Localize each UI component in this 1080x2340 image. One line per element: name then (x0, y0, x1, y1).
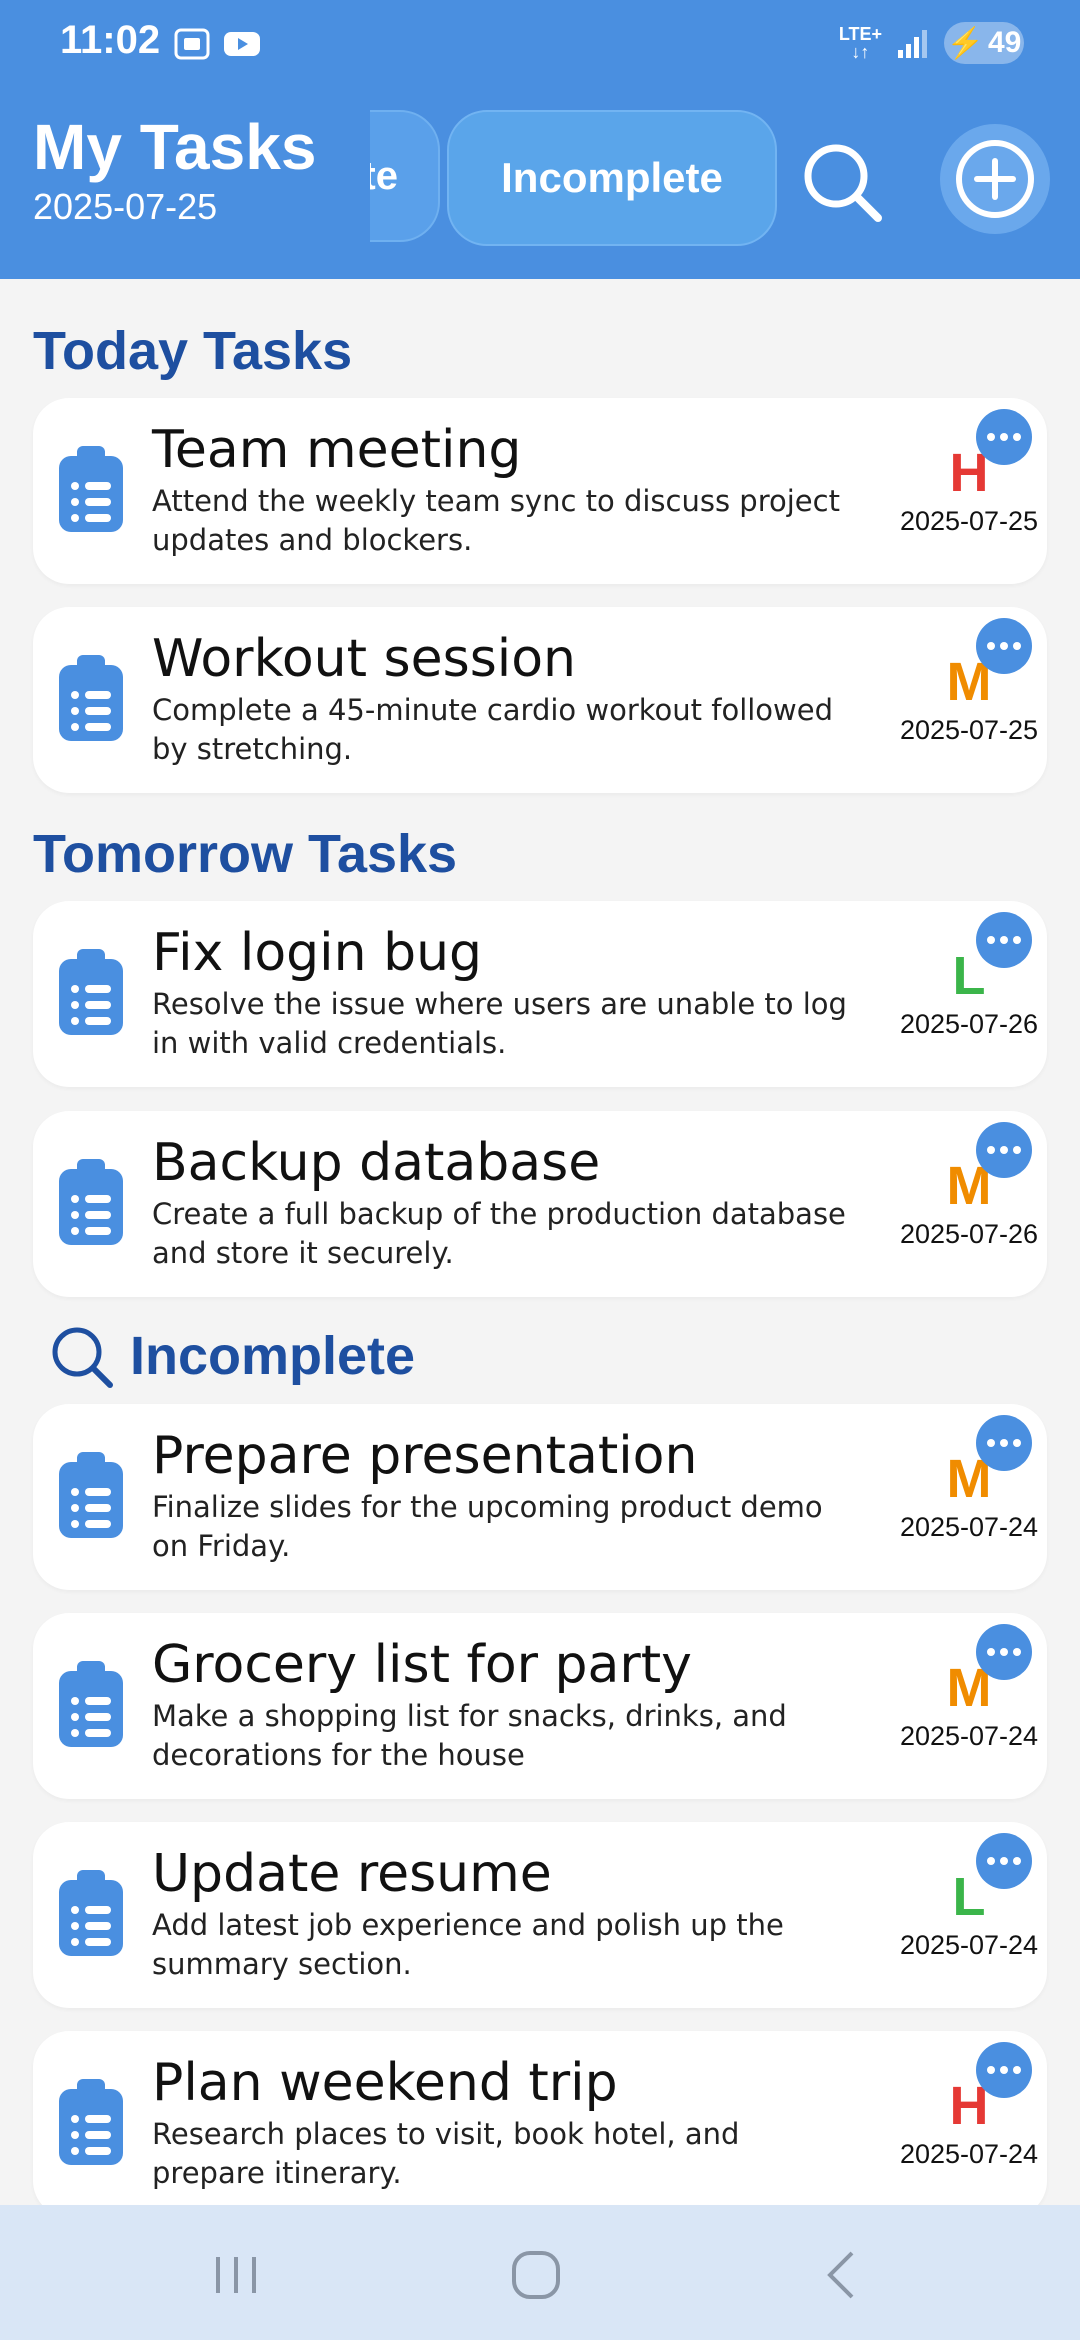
task-date: 2025-07-24 (899, 1930, 1039, 1960)
section-tomorrow-title: Tomorrow Tasks (33, 824, 458, 884)
clipboard-list-icon (59, 949, 123, 1035)
clipboard-list-icon (59, 655, 123, 741)
home-icon[interactable] (506, 2245, 566, 2305)
status-right: LTE+ ↓↑ ⚡ 49 (839, 22, 1024, 64)
more-dots-icon (987, 1146, 1021, 1154)
more-options-button[interactable] (976, 1833, 1032, 1889)
task-card[interactable]: Update resume Add latest job experience … (33, 1822, 1047, 2008)
more-dots-icon (987, 1648, 1021, 1656)
task-title: Workout session (152, 629, 576, 689)
task-description: Attend the weekly team sync to discuss p… (152, 484, 840, 557)
task-description: Finalize slides for the upcoming product… (152, 1490, 823, 1563)
task-card[interactable]: Grocery list for party Make a shopping l… (33, 1613, 1047, 1799)
page-title: My Tasks (33, 111, 317, 183)
section-incomplete-title: Incomplete (130, 1326, 416, 1386)
more-dots-icon (987, 2066, 1021, 2074)
task-title: Team meeting (152, 420, 522, 480)
signal-icon (898, 30, 927, 58)
battery-indicator: ⚡ 49 (944, 22, 1024, 64)
recent-apps-icon[interactable] (206, 2245, 266, 2305)
clipboard-list-icon (59, 2079, 123, 2165)
clipboard-list-icon (59, 1661, 123, 1747)
more-options-button[interactable] (976, 409, 1032, 465)
filter-tabs: Complete Incomplete (370, 105, 780, 251)
status-icons (172, 24, 262, 64)
task-card[interactable]: Fix login bug Resolve the issue where us… (33, 901, 1047, 1087)
network-label: LTE+ (838, 24, 882, 44)
task-title: Update resume (152, 1844, 552, 1904)
more-options-button[interactable] (976, 2042, 1032, 2098)
task-date: 2025-07-24 (899, 1721, 1039, 1751)
task-title: Fix login bug (152, 923, 483, 983)
task-title: Grocery list for party (152, 1635, 692, 1695)
back-icon[interactable] (812, 2245, 872, 2305)
task-title: Backup database (152, 1133, 601, 1193)
battery-level: 49 (987, 26, 1022, 59)
more-dots-icon (987, 433, 1021, 441)
header-date: 2025-07-25 (33, 186, 218, 227)
search-icon[interactable] (800, 140, 884, 224)
clipboard-list-icon (59, 446, 123, 532)
system-navbar (0, 2205, 1080, 2340)
search-icon (52, 1327, 113, 1388)
charging-icon: ⚡ (946, 26, 984, 60)
more-dots-icon (987, 642, 1021, 650)
task-date: 2025-07-26 (899, 1009, 1039, 1039)
task-title: Plan weekend trip (152, 2053, 618, 2113)
task-description: Research places to visit, book hotel, an… (152, 2117, 740, 2190)
youtube-icon (224, 32, 260, 56)
more-options-button[interactable] (976, 1415, 1032, 1471)
task-description: Create a full backup of the production d… (152, 1197, 846, 1270)
task-date: 2025-07-25 (899, 715, 1039, 745)
more-options-button[interactable] (976, 618, 1032, 674)
more-options-button[interactable] (976, 1624, 1032, 1680)
task-description: Resolve the issue where users are unable… (152, 987, 847, 1060)
task-description: Add latest job experience and polish up … (152, 1908, 784, 1981)
data-arrows-icon: ↓↑ (851, 42, 870, 62)
more-dots-icon (987, 1439, 1021, 1447)
clipboard-list-icon (59, 1870, 123, 1956)
task-card[interactable]: Prepare presentation Finalize slides for… (33, 1404, 1047, 1590)
task-card[interactable]: Backup database Create a full backup of … (33, 1111, 1047, 1297)
task-date: 2025-07-25 (899, 506, 1039, 536)
app-header: 11:02 LTE+ ↓↑ ⚡ 49 My Tasks 2025-07-25 C… (0, 0, 1080, 279)
plus-circle-icon (956, 140, 1034, 218)
add-task-button[interactable] (940, 124, 1050, 234)
task-date: 2025-07-26 (899, 1219, 1039, 1249)
task-card[interactable]: Workout session Complete a 45-minute car… (33, 607, 1047, 793)
task-card[interactable]: Team meeting Attend the weekly team sync… (33, 398, 1047, 584)
screenshot-icon (174, 28, 210, 60)
network-type: LTE+ ↓↑ (839, 25, 882, 61)
clipboard-list-icon (59, 1159, 123, 1245)
tab-incomplete[interactable]: Incomplete (447, 110, 777, 246)
more-dots-icon (987, 1857, 1021, 1865)
more-options-button[interactable] (976, 1122, 1032, 1178)
status-time: 11:02 (60, 18, 161, 62)
task-card[interactable]: Plan weekend trip Research places to vis… (33, 2031, 1047, 2217)
task-description: Make a shopping list for snacks, drinks,… (152, 1699, 787, 1772)
task-description: Complete a 45-minute cardio workout foll… (152, 693, 834, 766)
clipboard-list-icon (59, 1452, 123, 1538)
task-date: 2025-07-24 (899, 2139, 1039, 2169)
task-date: 2025-07-24 (899, 1512, 1039, 1542)
more-dots-icon (987, 936, 1021, 944)
section-today-title: Today Tasks (33, 321, 353, 381)
task-title: Prepare presentation (152, 1426, 698, 1486)
tab-complete[interactable]: Complete (370, 110, 440, 242)
more-options-button[interactable] (976, 912, 1032, 968)
